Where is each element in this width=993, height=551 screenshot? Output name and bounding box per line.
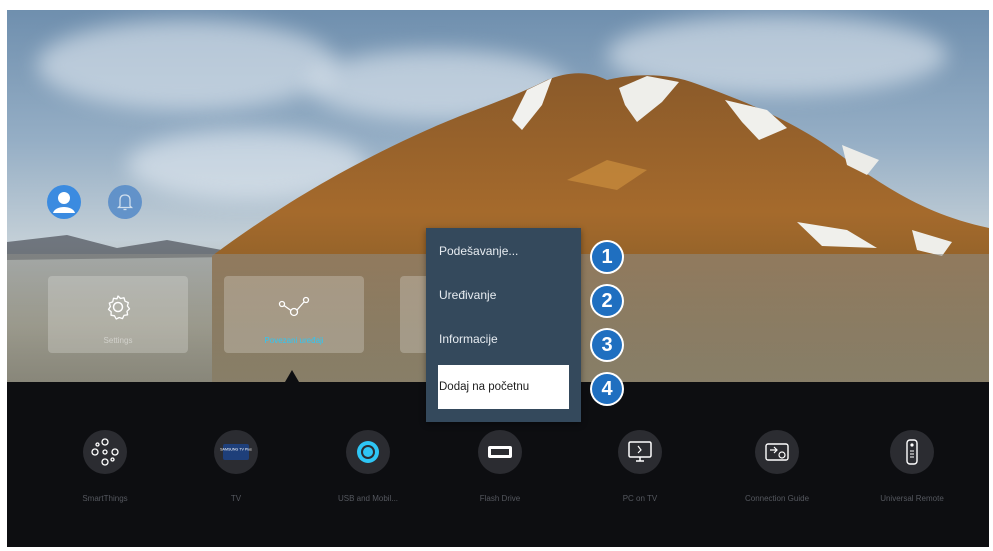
app-smartthings-label: SmartThings [82,494,128,503]
notification-button[interactable] [108,185,142,219]
app-pc-on-tv-label: PC on TV [622,494,658,503]
callout-3: 3 [592,330,622,360]
tile-settings-label: Settings [103,336,133,345]
person-icon [53,192,75,213]
flash-drive-icon [478,430,522,474]
connected-devices-icon [278,296,310,317]
connection-guide-icon [755,430,799,474]
selection-caret [285,370,299,382]
app-usb-mobile[interactable]: USB and Mobil... [313,430,423,503]
app-tv-label: TV [230,494,242,503]
app-connection-guide[interactable]: Connection Guide [722,430,832,503]
callout-1: 1 [592,242,622,272]
context-menu: Podešavanje... Uređivanje Informacije Do… [426,228,581,422]
pc-on-tv-icon [618,430,662,474]
app-tv[interactable]: SAMSUNG TV Plus TV [181,430,291,503]
tile-connected-devices[interactable]: Povezani uređaji [224,276,364,353]
menu-item-edit[interactable]: Uređivanje [426,273,581,317]
menu-item-information[interactable]: Informacije [426,317,581,361]
app-smartthings[interactable]: SmartThings [50,430,160,503]
app-pc-on-tv[interactable]: PC on TV [585,430,695,503]
callout-2: 2 [592,286,622,316]
app-universal-remote[interactable]: Universal Remote [857,430,967,503]
bell-icon [116,194,134,211]
app-usb-mobile-label: USB and Mobil... [337,494,399,503]
smartthings-icon [83,430,127,474]
app-connection-guide-label: Connection Guide [744,494,810,503]
app-flash-drive[interactable]: Flash Drive [445,430,555,503]
profile-button[interactable] [47,185,81,219]
menu-item-add-to-home[interactable]: Dodaj na početnu [438,365,569,409]
tv-screen: Settings Povezani uređaji Podešavanje...… [7,10,989,547]
gear-icon [107,295,131,320]
app-flash-drive-label: Flash Drive [479,494,521,503]
app-universal-remote-label: Universal Remote [880,494,944,503]
remote-icon [890,430,934,474]
usb-mobile-icon [346,430,390,474]
tile-settings[interactable]: Settings [48,276,188,353]
tv-icon: SAMSUNG TV Plus [214,430,258,474]
tv-plus-badge: SAMSUNG TV Plus [220,448,252,452]
tile-connected-devices-label: Povezani uređaji [264,336,324,345]
callout-4: 4 [592,374,622,404]
menu-item-settings[interactable]: Podešavanje... [426,229,581,273]
